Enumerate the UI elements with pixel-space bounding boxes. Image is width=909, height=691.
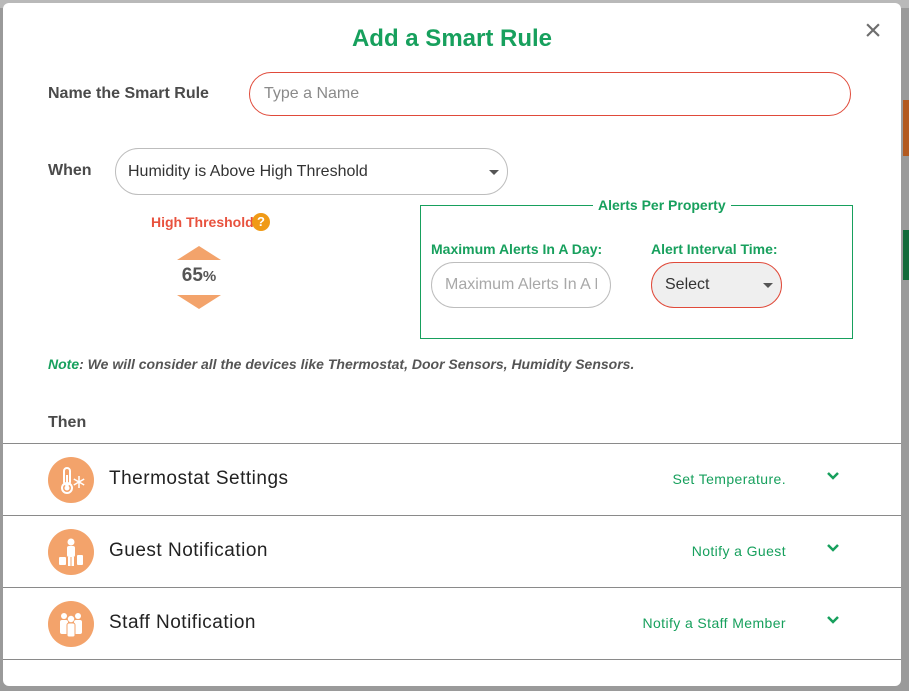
note-key: Note: [48, 356, 80, 372]
chevron-down-icon: [489, 170, 499, 175]
devices-note: Note: We will consider all the devices l…: [48, 356, 634, 372]
background-accent-orange: [903, 100, 909, 156]
question-circle-icon[interactable]: ?: [252, 213, 270, 231]
alert-interval-select[interactable]: Select: [651, 262, 782, 308]
rule-name-input[interactable]: [249, 72, 851, 116]
note-text: : We will consider all the devices like …: [79, 356, 635, 372]
thermostat-settings-row[interactable]: Thermostat Settings Set Temperature.: [3, 443, 901, 514]
staff-group-icon: [48, 601, 94, 647]
action-link[interactable]: Notify a Guest: [692, 543, 786, 559]
alerts-per-property-group: Alerts Per Property Maximum Alerts In A …: [420, 197, 853, 339]
alert-interval-label: Alert Interval Time:: [651, 241, 778, 257]
close-icon[interactable]: ×: [861, 16, 885, 46]
when-label: When: [48, 162, 92, 179]
chevron-down-icon[interactable]: [827, 470, 839, 482]
guest-luggage-icon: [48, 529, 94, 575]
action-link[interactable]: Notify a Staff Member: [642, 615, 786, 631]
threshold-decrease-icon[interactable]: [177, 295, 221, 309]
threshold-unit: %: [202, 268, 217, 285]
threshold-increase-icon[interactable]: [177, 246, 221, 260]
add-smart-rule-modal: Add a Smart Rule × Name the Smart Rule W…: [3, 3, 901, 686]
action-title: Staff Notification: [109, 612, 257, 633]
interval-selected-value: Select: [665, 276, 710, 293]
staff-notification-row[interactable]: Staff Notification Notify a Staff Member: [3, 587, 901, 660]
chevron-down-icon: [763, 283, 773, 288]
max-alerts-label: Maximum Alerts In A Day:: [431, 241, 603, 257]
thermostat-snowflake-icon: [48, 457, 94, 503]
when-condition-select[interactable]: Humidity is Above High Threshold: [115, 148, 508, 195]
guest-notification-row[interactable]: Guest Notification Notify a Guest: [3, 515, 901, 586]
background-accent-green: [903, 230, 909, 280]
then-label: Then: [48, 414, 87, 431]
action-title: Guest Notification: [109, 540, 268, 561]
max-alerts-input[interactable]: [431, 262, 611, 308]
threshold-number: 65: [181, 265, 203, 286]
alerts-per-property-legend: Alerts Per Property: [593, 197, 731, 213]
threshold-value: 65%: [163, 265, 235, 287]
chevron-down-icon[interactable]: [827, 542, 839, 554]
high-threshold-label: High Threshold: [151, 214, 254, 230]
action-title: Thermostat Settings: [109, 468, 289, 489]
chevron-down-icon[interactable]: [827, 614, 839, 626]
name-field-label: Name the Smart Rule: [48, 85, 209, 102]
when-selected-value: Humidity is Above High Threshold: [128, 162, 368, 180]
modal-title: Add a Smart Rule: [351, 25, 553, 52]
action-link[interactable]: Set Temperature.: [672, 471, 786, 487]
